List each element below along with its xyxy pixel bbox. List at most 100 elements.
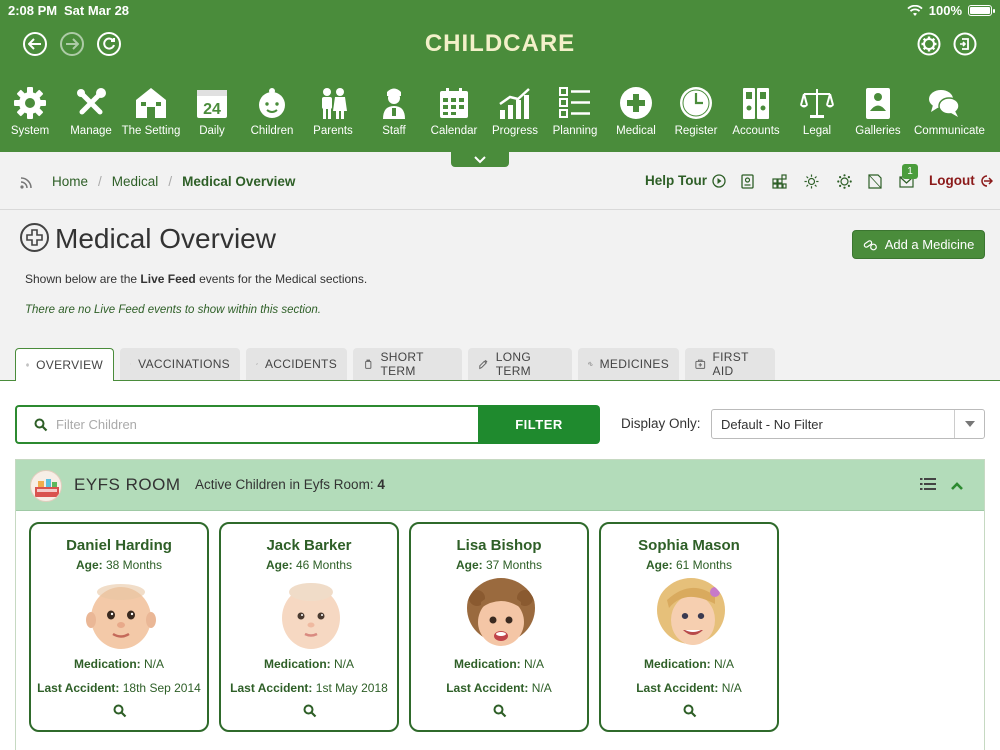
menu-item-system[interactable]: System [0, 84, 60, 137]
child-medication: Medication: N/A [453, 657, 545, 671]
menu-item-accounts[interactable]: Accounts [726, 84, 786, 137]
menu-item-manage[interactable]: Manage [61, 84, 121, 137]
list-view-button[interactable] [920, 477, 938, 493]
clock-icon [680, 87, 712, 119]
child-card[interactable]: Sophia Mason Age: 61 Months Medication: … [599, 522, 779, 732]
child-photo [655, 578, 727, 650]
gallery-icon [866, 88, 890, 119]
menu-item-children[interactable]: Children [242, 84, 302, 137]
child-photo [465, 578, 537, 650]
menu-label: Manage [70, 125, 112, 137]
child-name[interactable]: Lisa Bishop [411, 537, 587, 554]
page-title: Medical Overview [55, 223, 276, 254]
collapse-room-button[interactable] [950, 478, 966, 492]
settings-button[interactable] [917, 32, 941, 56]
virus-button[interactable] [835, 172, 853, 190]
profile-card-button[interactable] [738, 172, 756, 190]
child-name[interactable]: Sophia Mason [601, 537, 777, 554]
status-date: Sat Mar 28 [64, 3, 130, 18]
view-child-button[interactable] [683, 704, 697, 718]
menu-item-galleries[interactable]: Galleries [848, 84, 908, 137]
tab-first-aid[interactable]: FIRST AID [685, 348, 775, 380]
list-icon [920, 478, 936, 490]
child-card[interactable]: Jack Barker Age: 46 Months Medication: N… [219, 522, 399, 732]
add-medicine-button[interactable]: Add a Medicine [852, 230, 985, 259]
feed-icon[interactable] [20, 175, 34, 189]
pills-icon [588, 361, 593, 366]
chevron-up-icon [951, 482, 963, 490]
tab-long-term[interactable]: LONG TERM [468, 348, 572, 380]
exit-door-icon [953, 32, 977, 56]
search-icon [493, 704, 507, 718]
logout-arrow-icon [981, 174, 993, 187]
menu-item-the-setting[interactable]: The Setting [121, 84, 181, 137]
menu-item-progress[interactable]: Progress [485, 84, 545, 137]
display-only-label: Display Only: [621, 416, 701, 431]
filter-button[interactable]: FILTER [478, 405, 600, 444]
child-last-accident: Last Accident: N/A [636, 681, 742, 695]
id-card-icon [740, 173, 754, 189]
no-events-message: There are no Live Feed events to show wi… [25, 304, 321, 316]
logout-button[interactable]: Logout [929, 173, 993, 188]
menu-label: The Setting [121, 125, 181, 137]
exit-button[interactable] [953, 32, 977, 56]
live-feed-emphasis: Live Feed [140, 272, 196, 286]
child-medication: Medication: N/A [643, 657, 735, 671]
child-name[interactable]: Jack Barker [221, 537, 397, 554]
view-child-button[interactable] [493, 704, 507, 718]
note-icon [868, 173, 882, 189]
modules-button[interactable] [770, 172, 788, 190]
tab-accidents[interactable]: ACCIDENTS [246, 348, 347, 380]
child-medication: Medication: N/A [73, 657, 165, 671]
search-icon [683, 704, 697, 718]
calendar-day-icon: 24 [197, 90, 227, 118]
menu-item-legal[interactable]: Legal [787, 84, 847, 137]
menu-item-daily[interactable]: 24 Daily [182, 84, 242, 137]
filter-children-input[interactable] [56, 417, 456, 432]
wifi-icon [907, 4, 923, 16]
display-only-select[interactable]: Default - No Filter [711, 409, 985, 439]
sun-icon [804, 174, 818, 188]
menu-label: Medical [616, 125, 656, 137]
menu-label: Parents [313, 125, 353, 137]
menu-label: System [10, 125, 50, 137]
help-tour-button[interactable]: Help Tour [645, 173, 726, 188]
menu-item-planning[interactable]: Planning [545, 84, 605, 137]
child-last-accident: Last Accident: N/A [446, 681, 552, 695]
child-card[interactable]: Lisa Bishop Age: 37 Months Medication: N… [409, 522, 589, 732]
scales-icon [800, 89, 834, 118]
tab-overview[interactable]: OVERVIEW [15, 348, 114, 382]
tab-short-term[interactable]: SHORT TERM [353, 348, 462, 380]
breadcrumb-home[interactable]: Home [52, 174, 88, 189]
view-child-button[interactable] [113, 704, 127, 718]
breadcrumb-medical[interactable]: Medical [112, 174, 159, 189]
menu-item-staff[interactable]: Staff [364, 84, 424, 137]
filter-field[interactable] [15, 405, 478, 444]
search-icon [34, 418, 48, 431]
child-medication: Medication: N/A [263, 657, 355, 671]
menu-item-medical[interactable]: Medical [606, 84, 666, 137]
menu-collapse-tab[interactable] [451, 152, 509, 167]
menu-label: Accounts [732, 125, 780, 137]
add-medicine-label: Add a Medicine [884, 237, 975, 252]
menu-item-calendar[interactable]: Calendar [424, 84, 484, 137]
child-name[interactable]: Daniel Harding [31, 537, 207, 554]
staff-icon [383, 88, 405, 119]
notes-button[interactable] [866, 172, 884, 190]
room-header: EYFS ROOM Active Children in Eyfs Room: … [16, 460, 984, 511]
menu-item-register[interactable]: Register [666, 84, 726, 137]
chart-icon [499, 88, 530, 119]
menu-label: Daily [199, 125, 225, 137]
menu-item-parents[interactable]: Parents [303, 84, 363, 137]
brightness-button[interactable] [802, 172, 820, 190]
menu-label: Legal [802, 125, 832, 137]
child-card[interactable]: Daniel Harding Age: 38 Months Medication… [29, 522, 209, 732]
checklist-icon [559, 87, 590, 118]
tab-vaccinations[interactable]: VACCINATIONS [120, 348, 240, 380]
syringe-icon [130, 363, 132, 365]
breadcrumb: Home / Medical / Medical Overview [20, 174, 295, 189]
bandage-icon [256, 363, 258, 365]
menu-item-communicate[interactable]: Communicate [914, 84, 985, 137]
view-child-button[interactable] [303, 704, 317, 718]
tab-medicines[interactable]: MEDICINES [578, 348, 679, 380]
